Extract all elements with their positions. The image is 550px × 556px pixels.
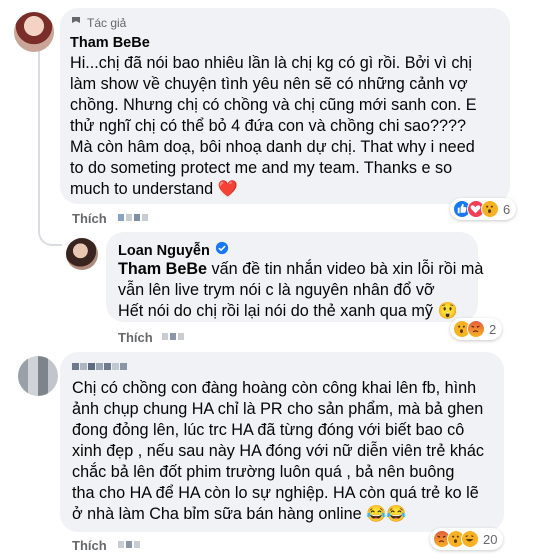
comment-text: Hi...chị đã nói bao nhiêu lần là chị kg …: [70, 53, 477, 200]
author-badge: Tác giả: [70, 15, 126, 30]
wow-icon: [481, 200, 499, 218]
reaction-count: 20: [483, 531, 498, 547]
like-button[interactable]: Thích: [118, 330, 153, 345]
avatar-loan-nguyen[interactable]: [66, 238, 98, 270]
haha-icon: [461, 530, 479, 548]
reply-text: Tham BeBe vấn đề tin nhắn video bà xin l…: [118, 259, 483, 322]
author-badge-icon: [70, 15, 82, 30]
hidden-meta: [162, 333, 184, 340]
comment-line: much to understand ❤️: [70, 180, 238, 198]
comment-line: Mà còn hâm doạ, bôi nhoạ danh dự chị. Th…: [70, 138, 475, 156]
reply-author[interactable]: Loan Nguyễn: [118, 243, 210, 259]
avatar-tham-bebe[interactable]: [14, 12, 54, 52]
reply-author-row: Loan Nguyễn: [118, 241, 229, 260]
hidden-author-name[interactable]: [72, 363, 127, 370]
comment-author[interactable]: Tham BeBe: [70, 35, 150, 51]
comment-line: chắc bả lên đốt phim trường luôn quá , b…: [72, 463, 455, 481]
like-button[interactable]: Thích: [72, 211, 107, 226]
hidden-meta: [118, 541, 140, 548]
reaction-summary[interactable]: 20: [430, 528, 504, 550]
tagged-user[interactable]: Tham BeBe: [118, 260, 207, 278]
reaction-count: 2: [489, 321, 497, 337]
comment-line: Hi...chị đã nói bao nhiêu lần là chị kg …: [70, 54, 473, 72]
hidden-meta: [118, 214, 148, 221]
reaction-count: 6: [503, 201, 511, 217]
comment-line: to do someting protect me and my team. T…: [70, 159, 453, 177]
angry-icon: [467, 320, 485, 338]
author-badge-label: Tác giả: [87, 15, 127, 30]
comment-line: làm show về chuyện tình yêu nên sẽ có nh…: [70, 75, 468, 93]
comment-line: xinh đẹp , nếu sau này HA đóng với nữ di…: [72, 442, 485, 460]
reply-line: vấn đề tin nhắn video bà xin lỗi rồi mà: [207, 260, 484, 278]
comment-line: Chị có chồng con đàng hoàng còn công kha…: [72, 379, 477, 397]
reaction-summary[interactable]: 2: [450, 318, 503, 340]
comment-text: Chị có chồng con đàng hoàng còn công kha…: [72, 378, 484, 525]
comment-line: ở nhà làm Cha bỉm sữa bán hàng online 😂😂: [72, 505, 407, 523]
verified-badge-icon: [215, 241, 229, 260]
reply-line: Hết nói do chị rồi lại nói do thẻ xanh q…: [118, 302, 458, 320]
like-button[interactable]: Thích: [72, 538, 107, 553]
avatar-anonymous[interactable]: [18, 356, 58, 396]
comment-line: thử nghĩ chị có thể bỏ 4 đứa con và chồn…: [70, 117, 467, 135]
comment-line: đong đỏng lên, lúc trc HA đã từng đóng v…: [72, 421, 465, 439]
thread-connector: [38, 50, 62, 246]
comment-line: tha cho HA để HA còn lo sự nghiệp. HA cò…: [72, 484, 479, 502]
comment-line: ảnh chụp chung HA chỉ là PR cho sản phẩm…: [72, 400, 484, 418]
reaction-summary[interactable]: 6: [450, 198, 517, 220]
comment-line: chồng. Nhưng chị có chồng và chị cũng mớ…: [70, 96, 477, 114]
reply-line: vẫn lên live trym nói c là nguyên nhân đ…: [118, 281, 435, 299]
